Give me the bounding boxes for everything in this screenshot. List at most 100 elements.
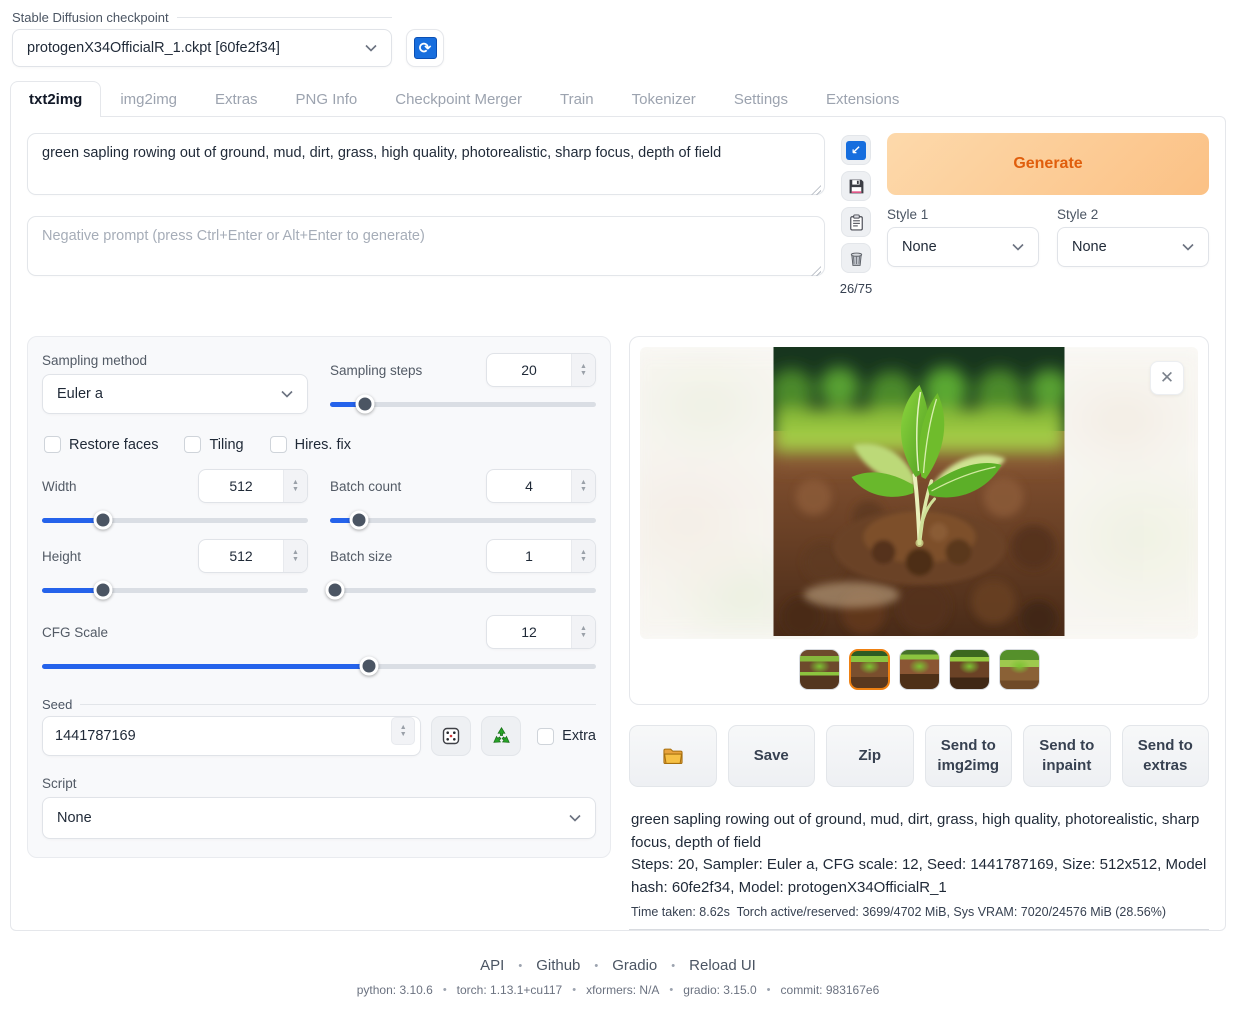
random-seed-button[interactable] [431, 716, 471, 756]
clear-prompt-button[interactable] [841, 243, 871, 273]
sampling-steps-slider[interactable] [330, 395, 596, 413]
style1-dropdown[interactable]: None [887, 227, 1039, 267]
hires-fix-label: Hires. fix [295, 437, 351, 453]
generated-image-sapling[interactable] [774, 347, 1065, 636]
batch-count-slider[interactable] [330, 511, 596, 529]
spinner-buttons[interactable]: ▲▼ [571, 470, 595, 502]
thumbnail-4[interactable] [949, 649, 990, 690]
checkbox-icon [270, 436, 287, 453]
tab-settings[interactable]: Settings [715, 81, 807, 116]
extra-seed-label: Extra [562, 728, 596, 744]
negative-prompt-input[interactable] [27, 216, 825, 276]
style2-dropdown[interactable]: None [1057, 227, 1209, 267]
batch-size-slider[interactable] [330, 581, 596, 599]
script-dropdown[interactable]: None [42, 797, 596, 839]
tab-extensions[interactable]: Extensions [807, 81, 918, 116]
height-slider[interactable] [42, 581, 308, 599]
torch-version: torch: 1.13.1+cu117 [457, 983, 563, 997]
tiling-checkbox[interactable]: Tiling [184, 436, 243, 453]
open-folder-button[interactable] [629, 725, 717, 787]
output-column: ✕ Save Zip [629, 336, 1209, 930]
batch-count-input[interactable]: 4 ▲▼ [486, 469, 596, 503]
chevron-down-icon [1182, 243, 1194, 251]
token-counter: 26/75 [840, 281, 873, 296]
tab-train[interactable]: Train [541, 81, 613, 116]
cfg-scale-input[interactable]: 12 ▲▼ [486, 615, 596, 649]
hires-fix-checkbox[interactable]: Hires. fix [270, 436, 351, 453]
height-input[interactable]: 512 ▲▼ [198, 539, 308, 573]
thumbnail-1[interactable] [799, 649, 840, 690]
generation-params-panel: Sampling method Euler a Sampling steps 2… [27, 336, 611, 858]
dice-icon [441, 726, 461, 746]
sampling-steps-input[interactable]: 20 ▲▼ [486, 353, 596, 387]
gallery-panel: ✕ [629, 336, 1209, 705]
send-to-inpaint-button[interactable]: Send to inpaint [1023, 725, 1111, 787]
thumbnail-3[interactable] [899, 649, 940, 690]
checkbox-icon [537, 728, 554, 745]
seed-label: Seed [42, 697, 596, 712]
send-to-extras-button[interactable]: Send to extras [1122, 725, 1210, 787]
info-params-text: Steps: 20, Sampler: Euler a, CFG scale: … [631, 854, 1207, 899]
close-gallery-button[interactable]: ✕ [1150, 361, 1184, 395]
batch-count-value: 4 [487, 478, 571, 494]
trash-icon [848, 250, 865, 267]
send-to-img2img-button[interactable]: Send to img2img [925, 725, 1013, 787]
save-button[interactable]: Save [728, 725, 816, 787]
script-value: None [57, 810, 92, 826]
style2-value: None [1072, 239, 1107, 255]
tab-checkpoint-merger[interactable]: Checkpoint Merger [376, 81, 541, 116]
style1-label: Style 1 [887, 207, 1039, 222]
checkpoint-value: protogenX34OfficialR_1.ckpt [60fe2f34] [27, 40, 280, 56]
spinner-buttons[interactable]: ▲▼ [283, 540, 307, 572]
apply-style-button[interactable] [841, 207, 871, 237]
generate-button[interactable]: Generate [887, 133, 1209, 195]
tiling-label: Tiling [209, 437, 243, 453]
batch-size-input[interactable]: 1 ▲▼ [486, 539, 596, 573]
height-value: 512 [199, 548, 283, 564]
seed-input[interactable]: 1441787169 ▲▼ [42, 716, 421, 756]
spinner-buttons[interactable]: ▲▼ [283, 470, 307, 502]
tab-img2img[interactable]: img2img [101, 81, 196, 116]
prompt-tools-column: ↙ [839, 133, 873, 296]
prompt-input[interactable]: green sapling rowing out of ground, mud,… [27, 133, 825, 195]
seed-value: 1441787169 [55, 728, 391, 744]
spinner-buttons[interactable]: ▲▼ [391, 717, 415, 745]
checkbox-icon [44, 436, 61, 453]
chevron-down-icon [365, 44, 377, 52]
spinner-buttons[interactable]: ▲▼ [571, 616, 595, 648]
width-slider[interactable] [42, 511, 308, 529]
paste-params-button[interactable]: ↙ [841, 135, 871, 165]
footer: API• Github• Gradio• Reload UI python: 3… [10, 931, 1226, 1011]
thumbnail-2-selected[interactable] [849, 649, 890, 690]
clipboard-icon [848, 214, 865, 231]
tab-txt2img[interactable]: txt2img [10, 81, 101, 117]
sampling-steps-value: 20 [487, 362, 571, 378]
checkpoint-label: Stable Diffusion checkpoint [12, 10, 392, 25]
extra-seed-checkbox[interactable]: Extra [537, 728, 596, 745]
reuse-seed-button[interactable] [481, 716, 521, 756]
sampling-method-value: Euler a [57, 386, 103, 402]
quicksettings-row: Stable Diffusion checkpoint protogenX34O… [12, 10, 1226, 67]
spinner-buttons[interactable]: ▲▼ [571, 540, 595, 572]
close-icon: ✕ [1160, 368, 1174, 388]
tab-png-info[interactable]: PNG Info [277, 81, 377, 116]
txt2img-panel: green sapling rowing out of ground, mud,… [10, 116, 1226, 931]
refresh-checkpoints-button[interactable]: ⟳ [406, 29, 444, 67]
width-value: 512 [199, 478, 283, 494]
checkpoint-dropdown[interactable]: protogenX34OfficialR_1.ckpt [60fe2f34] [12, 29, 392, 67]
restore-faces-label: Restore faces [69, 437, 158, 453]
zip-button[interactable]: Zip [826, 725, 914, 787]
refresh-icon: ⟳ [414, 37, 437, 59]
cfg-scale-label: CFG Scale [42, 625, 108, 640]
width-input[interactable]: 512 ▲▼ [198, 469, 308, 503]
restore-faces-checkbox[interactable]: Restore faces [44, 436, 158, 453]
info-time-text: Time taken: 8.62s Torch active/reserved:… [631, 905, 1207, 919]
thumbnail-5[interactable] [999, 649, 1040, 690]
tab-tokenizer[interactable]: Tokenizer [613, 81, 715, 116]
cfg-scale-slider[interactable] [42, 657, 596, 675]
tab-extras[interactable]: Extras [196, 81, 277, 116]
save-style-button[interactable] [841, 171, 871, 201]
batch-count-label: Batch count [330, 479, 401, 494]
sampling-method-dropdown[interactable]: Euler a [42, 374, 308, 414]
spinner-buttons[interactable]: ▲▼ [571, 354, 595, 386]
